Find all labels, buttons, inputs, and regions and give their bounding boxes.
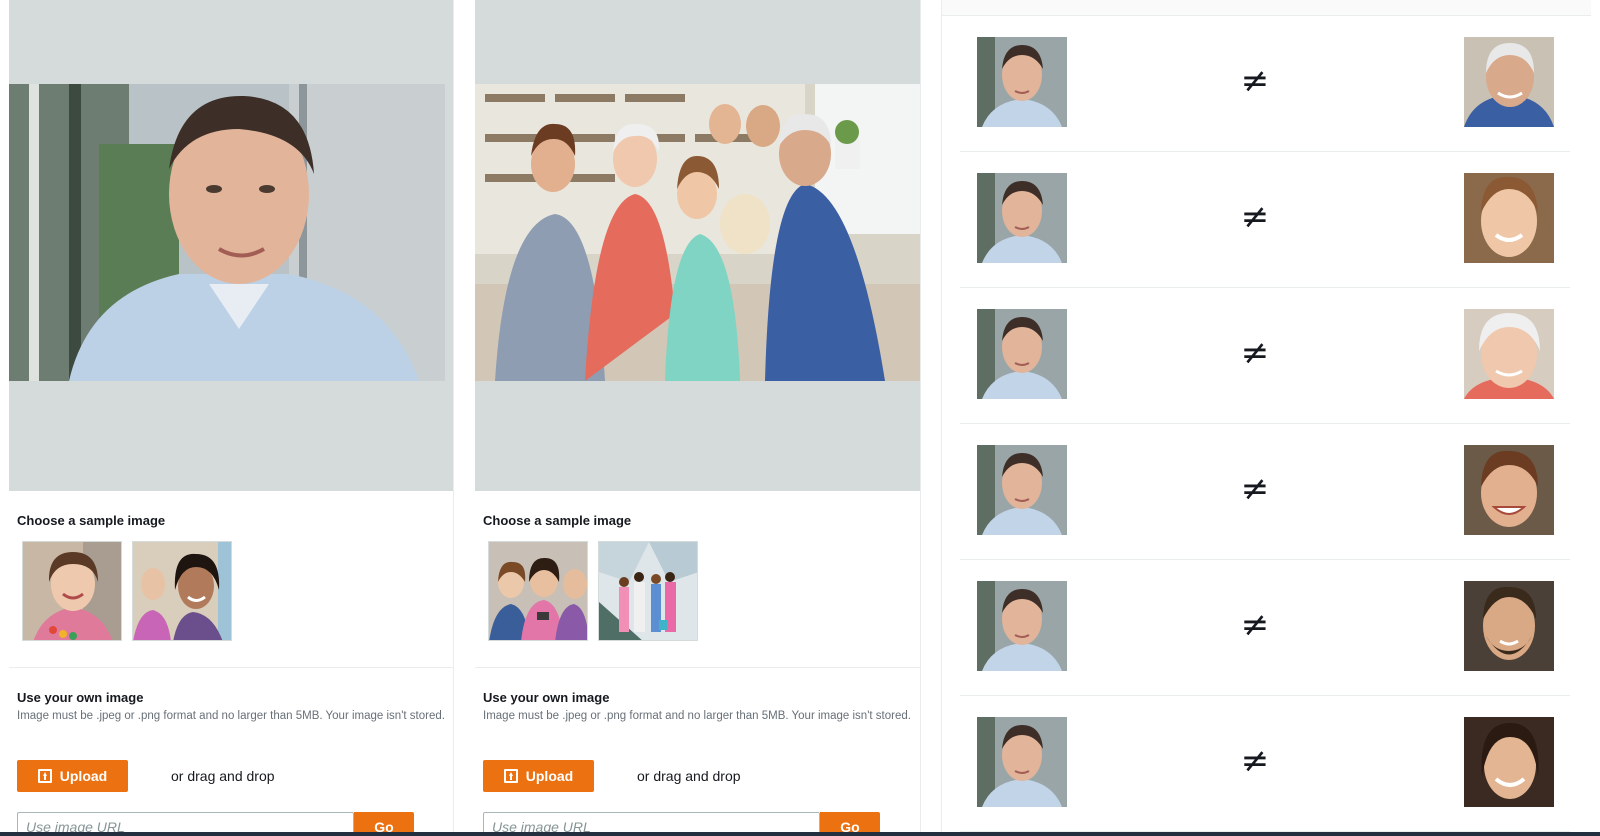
sample-thumbnails xyxy=(22,541,232,641)
comparison-row: ≠ xyxy=(960,288,1570,424)
own-image-heading: Use your own image xyxy=(17,690,144,705)
target-face-grandfather xyxy=(1464,37,1554,127)
sample-thumbnails xyxy=(488,541,698,641)
source-face-thumbnail xyxy=(977,581,1067,671)
target-face-bearded-man xyxy=(1464,581,1554,671)
comparison-row: ≠ xyxy=(960,560,1570,696)
not-equal-icon: ≠ xyxy=(1240,61,1270,101)
source-image-preview xyxy=(9,0,453,491)
target-face-woman xyxy=(1464,717,1554,807)
upload-button[interactable]: Upload xyxy=(483,760,594,792)
target-face-girl xyxy=(1464,173,1554,263)
comparison-row: ≠ xyxy=(960,152,1570,288)
not-equal-icon: ≠ xyxy=(1240,469,1270,509)
upload-button[interactable]: Upload xyxy=(17,760,128,792)
upload-icon xyxy=(37,769,52,783)
bottom-window-bar xyxy=(0,832,1600,836)
results-header-strip xyxy=(942,0,1591,16)
upload-button-label: Upload xyxy=(59,768,108,784)
drag-and-drop-text: or drag and drop xyxy=(637,768,741,784)
choose-sample-heading: Choose a sample image xyxy=(17,513,166,528)
comparison-results-panel: ≠ ≠ ≠ ≠ ≠ ≠ xyxy=(941,0,1591,836)
sample-image-girls-phone[interactable] xyxy=(488,541,588,641)
sample-image-mall[interactable] xyxy=(598,541,698,641)
target-photo-family xyxy=(475,84,920,381)
source-image-panel: Choose a sample image Use your own image… xyxy=(9,0,454,836)
source-face-thumbnail xyxy=(977,309,1067,399)
section-divider xyxy=(475,667,920,668)
comparison-row: ≠ xyxy=(960,424,1570,560)
own-image-help-text: Image must be .jpeg or .png format and n… xyxy=(483,710,911,722)
target-face-boy xyxy=(1464,445,1554,535)
upload-icon xyxy=(503,769,518,783)
source-face-thumbnail xyxy=(977,445,1067,535)
not-equal-icon: ≠ xyxy=(1240,741,1270,781)
target-face-grandmother xyxy=(1464,309,1554,399)
source-face-thumbnail xyxy=(977,37,1067,127)
sample-image-girl-smiling[interactable] xyxy=(22,541,122,641)
drag-and-drop-text: or drag and drop xyxy=(171,768,275,784)
own-image-heading: Use your own image xyxy=(483,690,610,705)
source-photo xyxy=(9,84,453,381)
upload-button-label: Upload xyxy=(525,768,574,784)
target-image-panel: Choose a sample image Use your own image… xyxy=(475,0,921,836)
target-image-preview xyxy=(475,0,920,491)
sample-image-two-girls[interactable] xyxy=(132,541,232,641)
not-equal-icon: ≠ xyxy=(1240,333,1270,373)
choose-sample-heading: Choose a sample image xyxy=(483,513,632,528)
comparison-row: ≠ xyxy=(960,16,1570,152)
section-divider xyxy=(9,667,453,668)
not-equal-icon: ≠ xyxy=(1240,605,1270,645)
source-face-thumbnail xyxy=(977,173,1067,263)
not-equal-icon: ≠ xyxy=(1240,197,1270,237)
own-image-help-text: Image must be .jpeg or .png format and n… xyxy=(17,710,445,722)
comparison-row: ≠ xyxy=(960,696,1570,832)
source-face-thumbnail xyxy=(977,717,1067,807)
